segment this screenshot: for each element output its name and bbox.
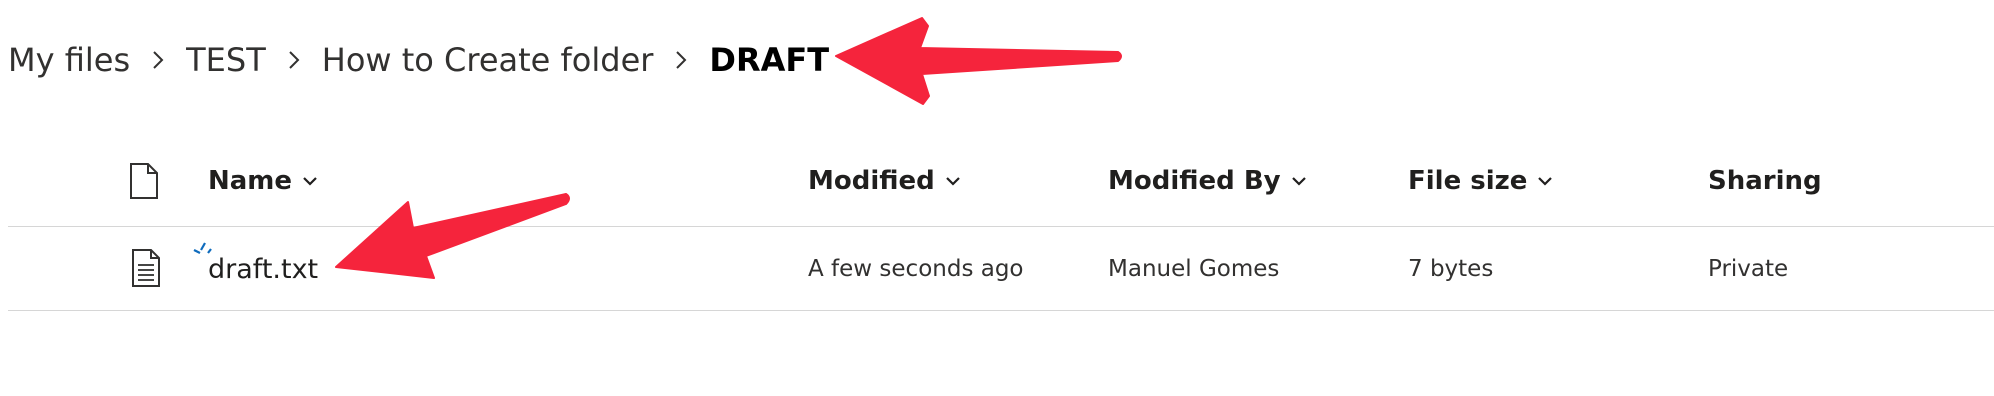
chevron-down-icon bbox=[302, 175, 318, 187]
breadcrumb: My files TEST How to Create folder DRAFT bbox=[8, 34, 829, 86]
column-header-name[interactable]: Name bbox=[208, 152, 318, 210]
column-header-file-size-label: File size bbox=[1408, 166, 1528, 196]
breadcrumb-item-test[interactable]: TEST bbox=[186, 41, 266, 79]
annotation-arrow-icon bbox=[835, 17, 1122, 105]
chevron-right-icon bbox=[266, 49, 322, 71]
column-header-modified[interactable]: Modified bbox=[808, 152, 961, 210]
breadcrumb-item-my-files[interactable]: My files bbox=[8, 41, 130, 79]
chevron-down-icon bbox=[1291, 175, 1307, 187]
file-name-link[interactable]: draft.txt bbox=[208, 228, 318, 310]
breadcrumb-current-folder: DRAFT bbox=[709, 41, 830, 79]
chevron-right-icon bbox=[653, 49, 709, 71]
chevron-down-icon bbox=[945, 175, 961, 187]
column-header-sharing-label: Sharing bbox=[1708, 166, 1822, 196]
file-type-column-icon[interactable] bbox=[128, 162, 160, 200]
chevron-down-icon bbox=[1537, 175, 1553, 187]
file-size: 7 bytes bbox=[1408, 256, 1494, 282]
file-modified-by: Manuel Gomes bbox=[1108, 256, 1280, 282]
table-row[interactable]: draft.txt A few seconds ago Manuel Gomes… bbox=[8, 228, 1994, 311]
annotation-arrow-icon bbox=[335, 193, 570, 279]
column-header-file-size[interactable]: File size bbox=[1408, 152, 1553, 210]
column-header-sharing[interactable]: Sharing bbox=[1708, 152, 1822, 210]
breadcrumb-item-how-to-create-folder[interactable]: How to Create folder bbox=[322, 41, 654, 79]
column-header-modified-label: Modified bbox=[808, 166, 935, 196]
chevron-right-icon bbox=[130, 49, 186, 71]
column-header-name-label: Name bbox=[208, 166, 293, 196]
file-modified: A few seconds ago bbox=[808, 256, 1024, 282]
column-header-modified-by[interactable]: Modified By bbox=[1108, 152, 1307, 210]
column-header-modified-by-label: Modified By bbox=[1108, 166, 1281, 196]
text-document-icon bbox=[130, 248, 162, 288]
file-list-header: Name Modified Modified By File size Shar… bbox=[8, 152, 1994, 227]
file-sharing-status[interactable]: Private bbox=[1708, 228, 1788, 310]
